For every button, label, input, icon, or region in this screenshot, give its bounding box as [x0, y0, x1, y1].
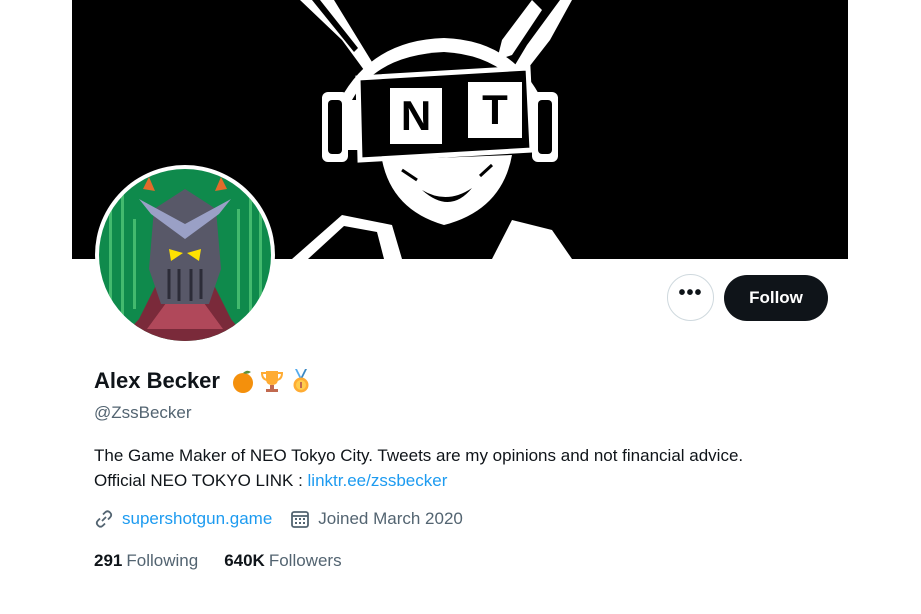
profile-avatar[interactable] — [95, 165, 275, 345]
followers-count: 640K — [224, 551, 265, 570]
profile-meta: supershotgun.game Joined March 2020 — [94, 509, 463, 529]
following-count: 291 — [94, 551, 123, 570]
display-name: Alex Becker — [94, 368, 220, 393]
name-row: Alex Becker — [94, 368, 314, 394]
following-link[interactable]: 291 Following — [94, 551, 198, 571]
followers-label: Followers — [268, 551, 342, 570]
joined-date: Joined March 2020 — [318, 509, 463, 528]
link-icon — [95, 510, 113, 528]
calendar-icon — [291, 511, 310, 528]
profile-bio: The Game Maker of NEO Tokyo City. Tweets… — [94, 443, 794, 493]
profile-handle: @ZssBecker — [94, 403, 192, 422]
more-options-button[interactable]: ••• — [667, 274, 714, 321]
name-badges — [230, 368, 314, 394]
medal-emoji-icon — [293, 369, 309, 393]
more-icon: ••• — [678, 282, 703, 304]
helmet-letter-t: T — [482, 86, 508, 133]
following-label: Following — [126, 551, 199, 570]
orange-emoji-icon — [232, 370, 253, 393]
follow-button[interactable]: Follow — [724, 275, 828, 321]
website-link[interactable]: supershotgun.game — [122, 509, 272, 529]
bio-link[interactable]: linktr.ee/zssbecker — [308, 471, 448, 490]
profile-stats: 291 Following 640K Followers — [94, 551, 342, 571]
followers-link[interactable]: 640K Followers — [224, 551, 341, 571]
helmet-letter-n: N — [401, 92, 431, 139]
trophy-emoji-icon — [260, 371, 283, 392]
